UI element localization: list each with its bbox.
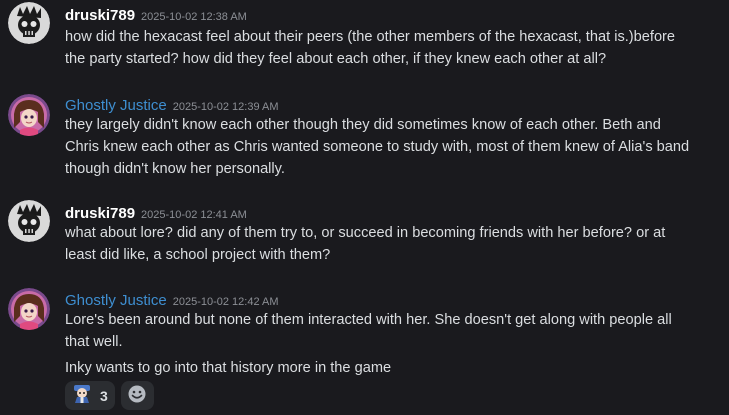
- username[interactable]: Ghostly Justice: [65, 97, 167, 114]
- timestamp[interactable]: 2025-10-02 12:39 AM: [173, 101, 279, 113]
- message-text: Lore's been around but none of them inte…: [65, 312, 672, 328]
- reaction-button[interactable]: 3: [65, 381, 115, 410]
- message-header: Ghostly Justice 2025-10-02 12:42 AM: [65, 290, 279, 309]
- timestamp[interactable]: 2025-10-02 12:38 AM: [141, 11, 247, 23]
- message-text: though didn't know her personally.: [65, 161, 285, 177]
- anime-girl-avatar-icon[interactable]: [8, 288, 50, 330]
- skull-avatar-icon[interactable]: [8, 200, 50, 242]
- message-text: they largely didn't know each other thou…: [65, 117, 661, 133]
- message-text: least did like, a school project with th…: [65, 247, 331, 263]
- username[interactable]: druski789: [65, 7, 135, 24]
- username[interactable]: Ghostly Justice: [65, 292, 167, 309]
- timestamp[interactable]: 2025-10-02 12:42 AM: [173, 296, 279, 308]
- message-text: the party started? how did they feel abo…: [65, 51, 607, 67]
- message-text: Inky wants to go into that history more …: [65, 360, 392, 376]
- add-reaction-button[interactable]: [120, 381, 154, 410]
- message-text: Chris knew each other as Chris wanted so…: [65, 139, 690, 155]
- skull-avatar-icon[interactable]: [8, 2, 50, 44]
- username[interactable]: druski789: [65, 205, 135, 222]
- message-header: Ghostly Justice 2025-10-02 12:39 AM: [65, 95, 279, 114]
- reaction-bar: 3: [65, 381, 154, 410]
- message-text: what about lore? did any of them try to,…: [65, 225, 666, 241]
- message-text: that well.: [65, 334, 123, 350]
- custom-emoji-icon: [72, 384, 92, 408]
- reaction-count: 3: [100, 387, 108, 404]
- smiley-add-reaction-icon: [127, 384, 147, 408]
- anime-girl-avatar-icon[interactable]: [8, 94, 50, 136]
- message-header: druski789 2025-10-02 12:38 AM: [65, 5, 247, 24]
- message-header: druski789 2025-10-02 12:41 AM: [65, 203, 247, 222]
- timestamp[interactable]: 2025-10-02 12:41 AM: [141, 209, 247, 221]
- message-text: how did the hexacast feel about their pe…: [65, 29, 676, 45]
